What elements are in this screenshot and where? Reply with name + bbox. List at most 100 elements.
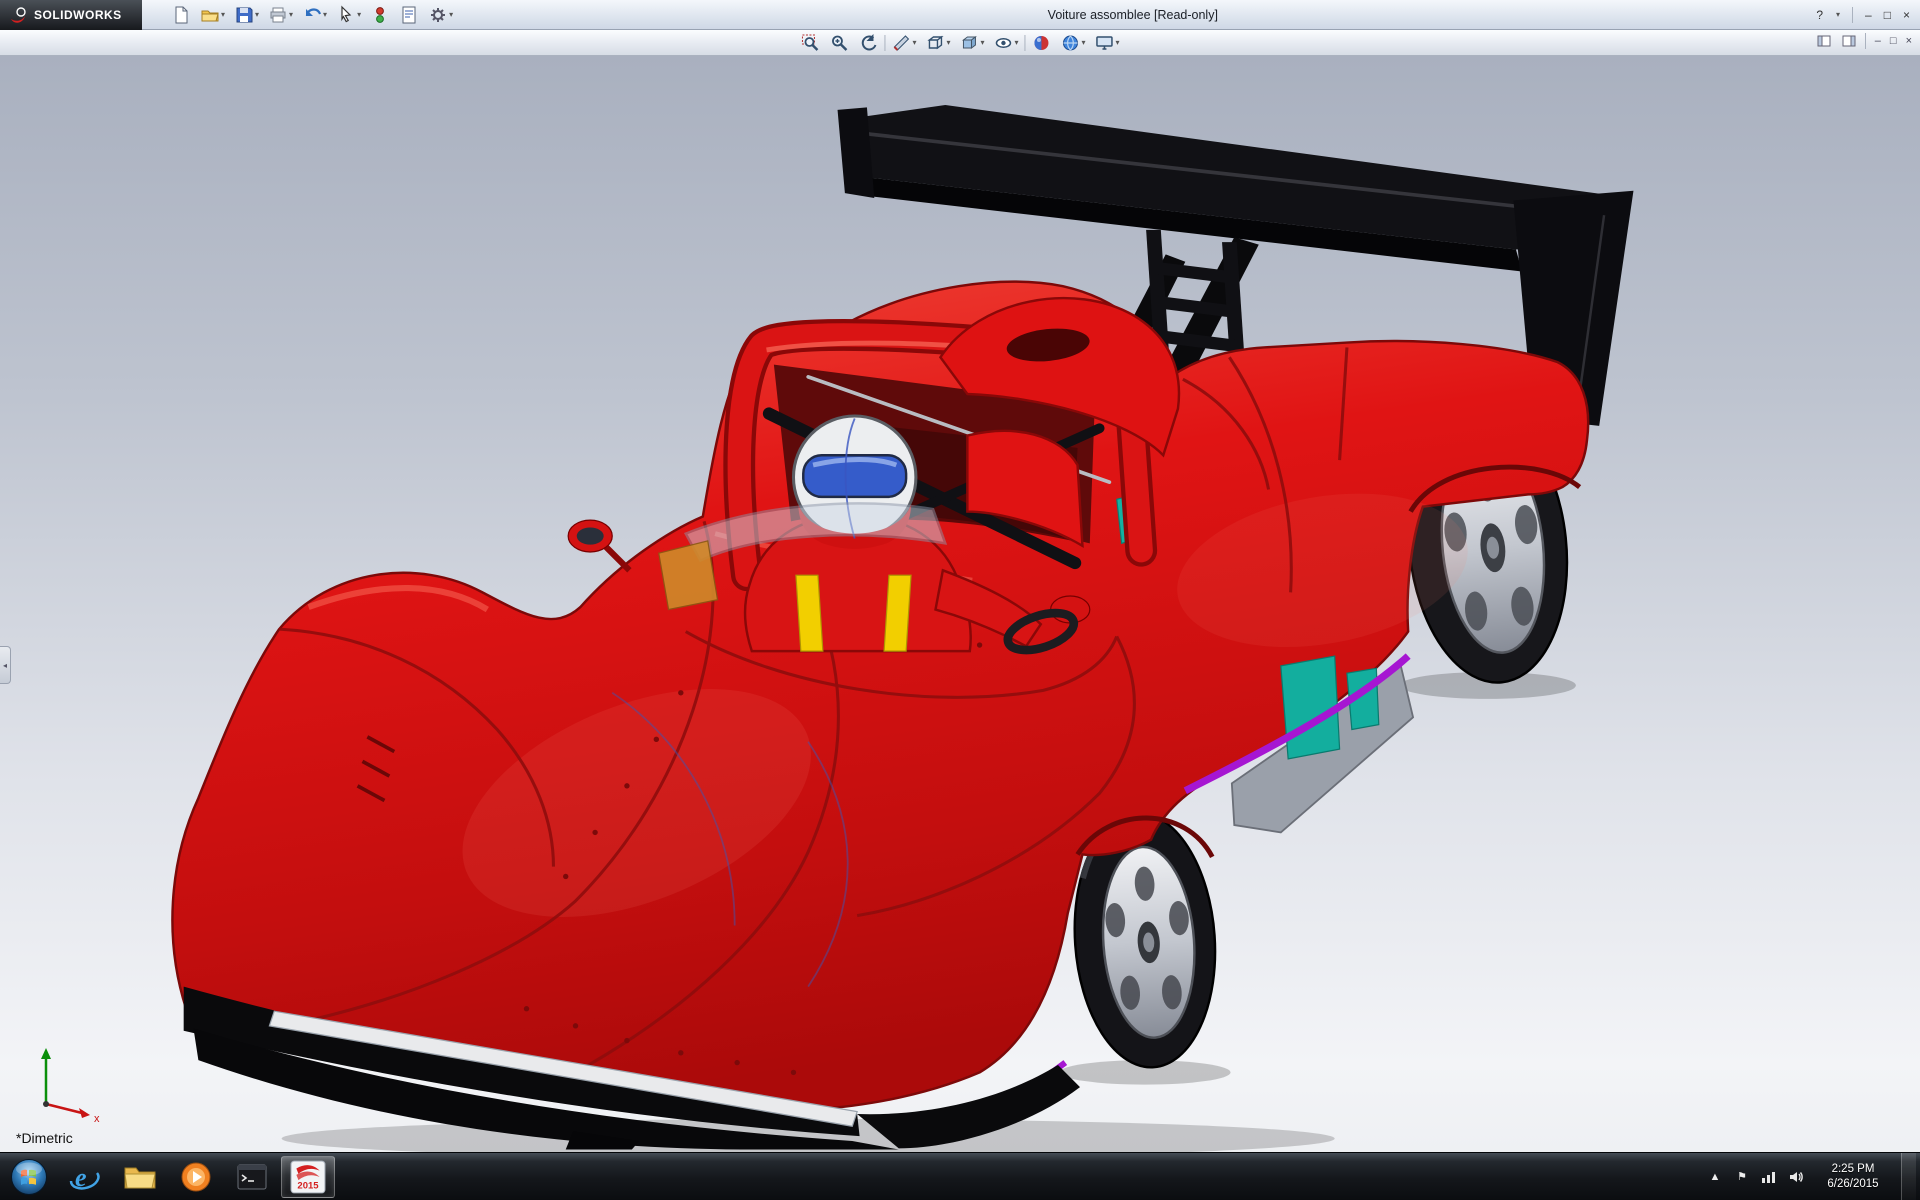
- taskbar-app-media-player[interactable]: [169, 1156, 223, 1198]
- left-mirror-glass: [576, 527, 604, 545]
- close-button[interactable]: ×: [1903, 8, 1910, 22]
- zoom-to-fit-button[interactable]: [797, 31, 823, 55]
- divider: [1864, 33, 1866, 49]
- help-dropdown-caret-icon[interactable]: ▾: [1836, 11, 1840, 19]
- taskbar-app-windows-explorer[interactable]: [113, 1156, 167, 1198]
- document-window-controls: – □ ×: [1817, 33, 1912, 49]
- open-folder-icon: [201, 10, 219, 21]
- brand-label: SOLIDWORKS: [34, 7, 122, 22]
- windows-taskbar: e 2015 ▲ ⚑ 2:25 PM 6/26/2015: [0, 1152, 1920, 1200]
- select-button[interactable]: ▾: [333, 3, 364, 27]
- solidworks-window: SOLIDWORKS ▾ ▾ ▾ ▾ ▾ ▾ Voiture assomblee…: [0, 0, 1920, 1200]
- dropdown-caret-icon[interactable]: ▾: [323, 10, 327, 19]
- pane-right-icon[interactable]: [1841, 34, 1856, 48]
- dropdown-caret-icon[interactable]: ▾: [449, 10, 453, 19]
- view-heads-up-toolbar: ▾ ▾ ▾ ▾ ▾ ▾ – □ ×: [0, 30, 1920, 56]
- taskbar-app-internet-explorer[interactable]: e: [57, 1156, 111, 1198]
- edit-appearance-button[interactable]: [1029, 31, 1055, 55]
- hide-show-items-button[interactable]: ▾: [991, 31, 1022, 55]
- clock-date: 6/26/2015: [1827, 1177, 1879, 1190]
- dropdown-caret-icon[interactable]: ▾: [946, 39, 950, 47]
- dropdown-caret-icon[interactable]: ▾: [221, 10, 225, 19]
- action-center-icon[interactable]: ⚑: [1733, 1168, 1751, 1186]
- view-settings-button[interactable]: ▾: [1092, 31, 1123, 55]
- clock-time: 2:25 PM: [1831, 1162, 1875, 1175]
- save-button[interactable]: ▾: [231, 3, 262, 27]
- dropdown-caret-icon[interactable]: ▾: [357, 10, 361, 19]
- view-toolbar-group: ▾ ▾ ▾ ▾ ▾ ▾: [797, 31, 1122, 55]
- solidworks-logo: SOLIDWORKS: [0, 0, 142, 30]
- main-toolbar: ▾ ▾ ▾ ▾ ▾ ▾: [168, 3, 456, 27]
- new-document-icon: [175, 6, 188, 23]
- undo-button[interactable]: ▾: [299, 3, 330, 27]
- panel-collapse-tab[interactable]: ◂: [0, 646, 11, 684]
- pane-left-icon[interactable]: [1817, 34, 1832, 48]
- view-orientation-cube-icon: [927, 35, 944, 50]
- apply-scene-button[interactable]: ▾: [1058, 31, 1089, 55]
- start-button[interactable]: [10, 1158, 48, 1196]
- divider: [1852, 7, 1854, 23]
- file-properties-button[interactable]: [396, 3, 422, 27]
- zoom-to-fit-icon: [801, 34, 819, 51]
- minimize-button[interactable]: –: [1865, 8, 1872, 22]
- help-button[interactable]: ?: [1816, 8, 1823, 22]
- collapse-arrow-icon: ◂: [2, 660, 7, 670]
- print-icon: [270, 7, 286, 22]
- show-hidden-icons-button[interactable]: ▲: [1706, 1168, 1724, 1186]
- rebuild-button[interactable]: [367, 3, 393, 27]
- previous-view-button[interactable]: [855, 31, 881, 55]
- network-icon[interactable]: [1760, 1168, 1778, 1186]
- dropdown-caret-icon[interactable]: ▾: [255, 10, 259, 19]
- volume-icon[interactable]: [1787, 1168, 1805, 1186]
- zoom-to-area-button[interactable]: [826, 31, 852, 55]
- document-restore-button[interactable]: □: [1890, 35, 1897, 47]
- media-player-icon: [181, 1162, 211, 1191]
- divider: [884, 35, 886, 51]
- reference-triad: x: [41, 1048, 100, 1124]
- dropdown-caret-icon[interactable]: ▾: [912, 39, 916, 47]
- dropdown-caret-icon[interactable]: ▾: [1082, 39, 1086, 47]
- show-desktop-button[interactable]: [1901, 1152, 1916, 1200]
- divider: [1024, 35, 1026, 51]
- new-document-button[interactable]: [168, 3, 194, 27]
- taskbar-app-command-prompt[interactable]: [225, 1156, 279, 1198]
- graphics-area[interactable]: ◂ x *Dimetric: [0, 56, 1920, 1152]
- open-document-button[interactable]: ▾: [197, 3, 228, 27]
- triad-origin: [43, 1101, 49, 1107]
- file-properties-icon: [402, 6, 416, 23]
- view-orientation-button[interactable]: ▾: [922, 31, 953, 55]
- print-button[interactable]: ▾: [265, 3, 296, 27]
- x-axis-label: x: [94, 1113, 100, 1124]
- display-style-icon: [961, 36, 977, 49]
- zoom-to-area-icon: [832, 35, 848, 51]
- rebuild-traffic-light-icon: [376, 6, 384, 23]
- harness-strap: [795, 574, 824, 652]
- view-orientation-label: *Dimetric: [16, 1130, 73, 1146]
- tray-clock[interactable]: 2:25 PM 6/26/2015: [1814, 1162, 1892, 1192]
- taskbar-app-solidworks[interactable]: 2015: [281, 1155, 335, 1198]
- display-style-button[interactable]: ▾: [956, 31, 987, 55]
- internet-explorer-icon: e: [69, 1163, 100, 1192]
- dropdown-caret-icon[interactable]: ▾: [1116, 39, 1120, 47]
- command-prompt-icon: [237, 1164, 267, 1189]
- document-minimize-button[interactable]: –: [1875, 35, 1881, 47]
- system-tray: ▲ ⚑ 2:25 PM 6/26/2015: [1706, 1152, 1920, 1200]
- restore-button[interactable]: □: [1884, 8, 1891, 22]
- dropdown-caret-icon[interactable]: ▾: [289, 10, 293, 19]
- section-view-icon: [893, 35, 910, 51]
- options-button[interactable]: ▾: [425, 3, 456, 27]
- car-assembly-model[interactable]: [0, 56, 1920, 1152]
- dropdown-caret-icon[interactable]: ▾: [980, 39, 984, 47]
- titlebar: SOLIDWORKS ▾ ▾ ▾ ▾ ▾ ▾ Voiture assomblee…: [0, 0, 1920, 30]
- folder-icon: [124, 1167, 156, 1188]
- dassault-logo-icon: [11, 6, 26, 23]
- section-view-button[interactable]: ▾: [888, 31, 919, 55]
- undo-icon: [305, 7, 322, 16]
- dropdown-caret-icon[interactable]: ▾: [1015, 39, 1019, 47]
- svg-text:2015: 2015: [297, 1180, 319, 1191]
- side-deflector: [658, 540, 719, 611]
- previous-view-icon: [861, 34, 877, 51]
- document-close-button[interactable]: ×: [1906, 35, 1912, 47]
- save-floppy-icon: [236, 7, 253, 22]
- mirror-stalk: [602, 543, 632, 573]
